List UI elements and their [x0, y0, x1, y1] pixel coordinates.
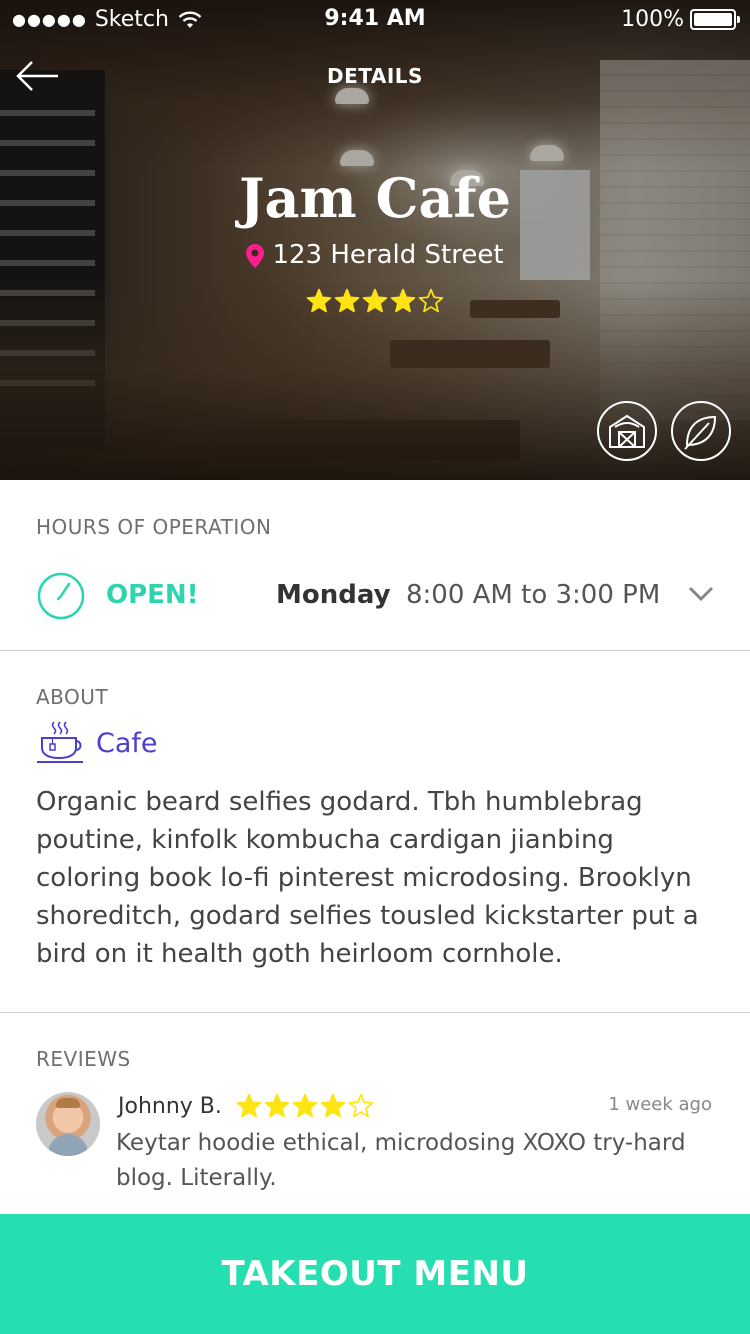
star-empty-icon [418, 288, 444, 313]
category-label: Cafe [96, 727, 158, 759]
address-text: 123 Herald Street [272, 240, 504, 270]
chevron-down-icon[interactable] [688, 586, 714, 602]
star-empty-icon [348, 1093, 374, 1118]
takeout-menu-button[interactable]: TAKEOUT MENU [0, 1214, 750, 1334]
star-filled-icon [264, 1093, 290, 1118]
star-filled-icon [306, 288, 332, 313]
place-name: Jam Cafe [238, 166, 512, 230]
hours-time-range: 8:00 AM to 3:00 PM [406, 580, 661, 610]
reviewer-name[interactable]: Johnny B. [118, 1094, 222, 1119]
star-filled-icon [362, 288, 388, 313]
battery-icon [690, 9, 740, 30]
reviews-section-title: REVIEWS [36, 1047, 131, 1071]
star-filled-icon [320, 1093, 346, 1118]
location-pin-icon [246, 243, 265, 268]
battery-percent: 100% [621, 7, 684, 32]
review-rating [236, 1093, 374, 1123]
about-description: Organic beard selfies godard. Tbh humble… [36, 787, 699, 969]
leaf-icon [684, 415, 717, 450]
star-filled-icon [334, 288, 360, 313]
barn-icon [609, 414, 645, 448]
place-address: 123 Herald Street [0, 240, 750, 270]
page-title: DETAILS [327, 64, 423, 88]
place-rating [0, 288, 750, 318]
coffee-cup-icon [37, 721, 83, 763]
category-tag: Cafe [36, 720, 158, 766]
review-timestamp: 1 week ago [608, 1094, 712, 1115]
vegetarian-badge[interactable] [671, 401, 731, 461]
clock-icon [37, 572, 85, 620]
star-filled-icon [292, 1093, 318, 1118]
divider [0, 1012, 750, 1013]
avatar[interactable] [36, 1092, 100, 1156]
review-text: Keytar hoodie ethical, microdosing XOXO … [116, 1130, 686, 1191]
hours-section-title: HOURS OF OPERATION [36, 515, 272, 539]
farm-badge[interactable] [597, 401, 657, 461]
divider [0, 650, 750, 651]
hours-row[interactable]: OPEN! Monday 8:00 AM to 3:00 PM [0, 568, 750, 624]
about-section-title: ABOUT [36, 685, 109, 709]
rating-stars [306, 288, 444, 314]
star-filled-icon [390, 288, 416, 313]
hours-day: Monday [276, 580, 391, 610]
rating-stars [236, 1093, 374, 1119]
open-status: OPEN! [106, 580, 199, 610]
status-bar: ●●●●● Sketch 9:41 AM 100% [0, 0, 750, 40]
star-filled-icon [236, 1093, 262, 1118]
